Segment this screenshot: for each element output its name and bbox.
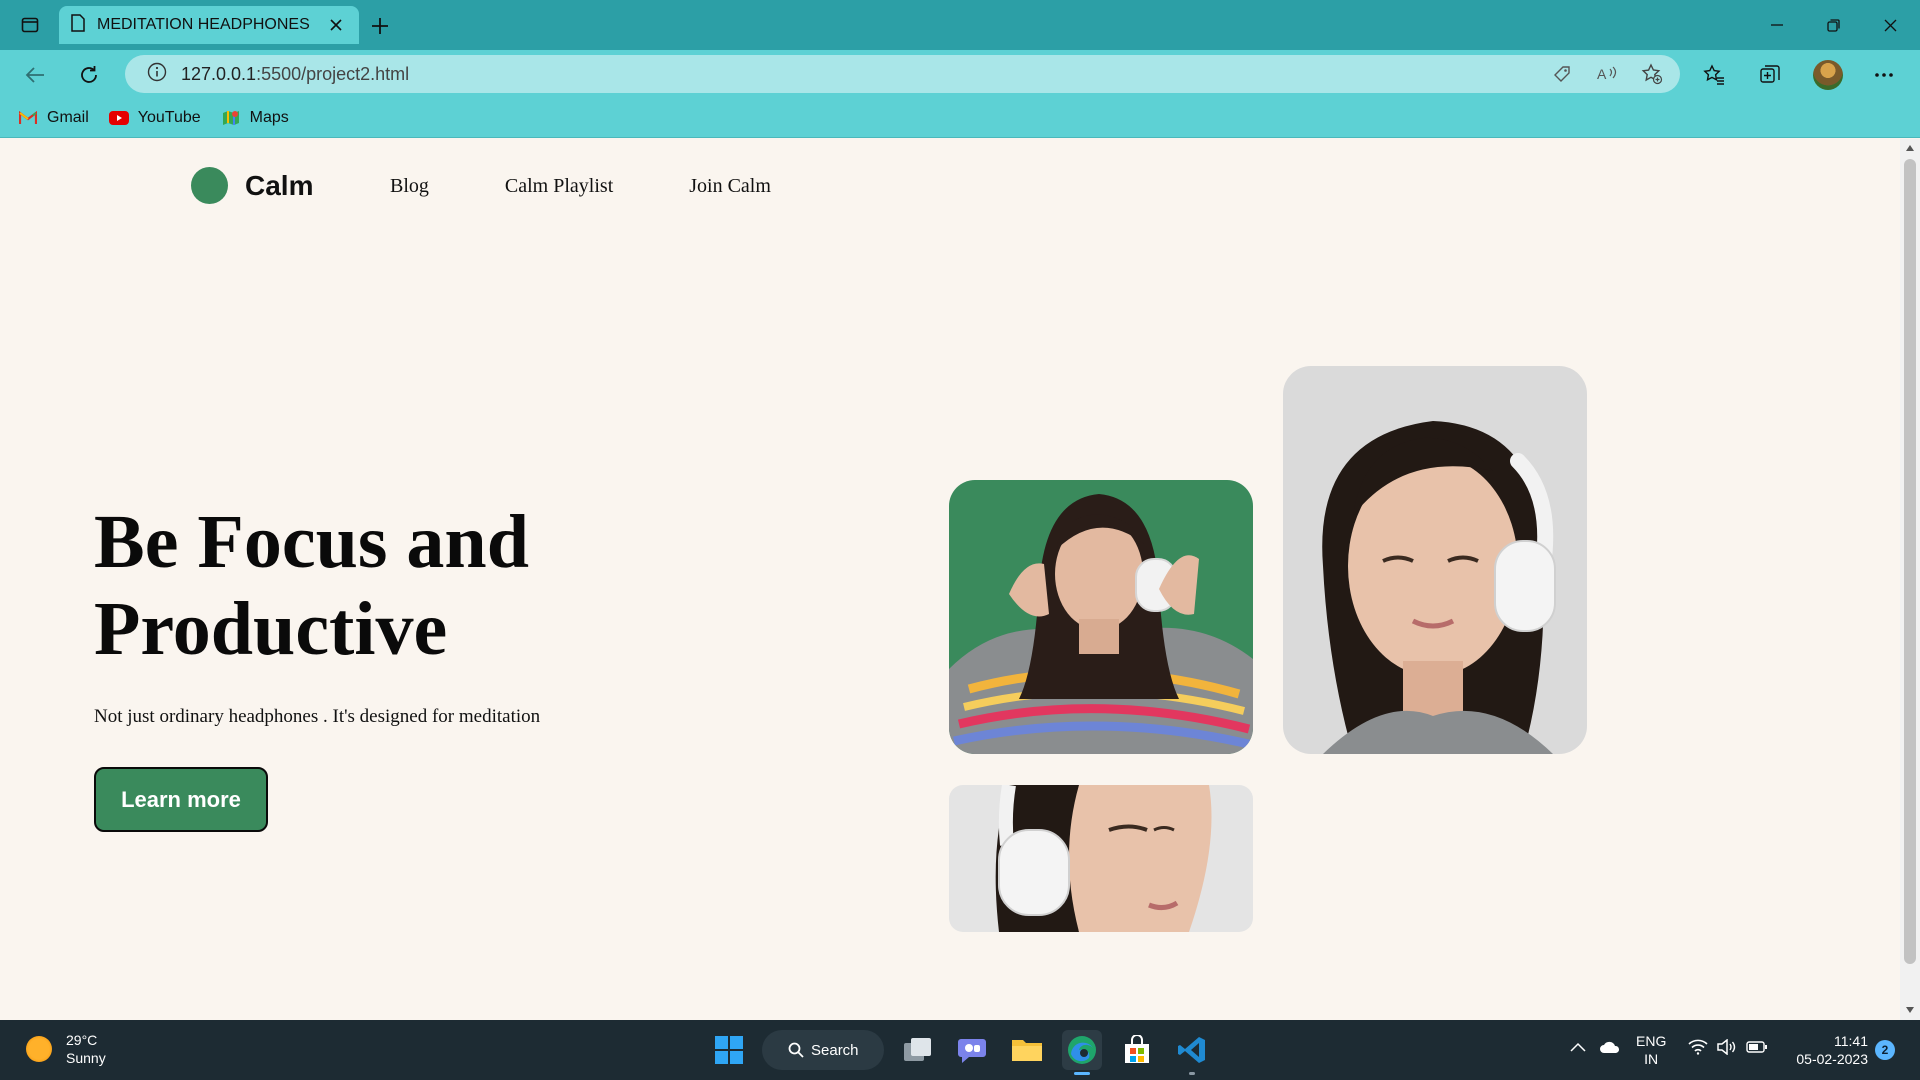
bookmarks-bar: Gmail YouTube Maps [0, 98, 1920, 138]
hero-subtitle: Not just ordinary headphones . It's desi… [94, 706, 541, 727]
language-code: ENG [1636, 1033, 1667, 1049]
file-explorer-icon[interactable] [1007, 1030, 1047, 1070]
active-app-indicator [1074, 1072, 1090, 1075]
gmail-icon [18, 110, 38, 126]
web-page: Calm Blog Calm Playlist Join Calm Be Foc… [0, 139, 1900, 1020]
weather-text: 29°C Sunny [66, 1031, 106, 1067]
volume-icon[interactable] [1716, 1039, 1736, 1055]
tab-title: MEDITATION HEADPHONES | H [97, 16, 312, 33]
learn-more-button[interactable]: Learn more [94, 767, 268, 832]
favorites-icon[interactable] [1698, 59, 1730, 91]
windows-taskbar: 29°C Sunny Search ENG IN 11:41 05-02-202… [0, 1020, 1920, 1080]
url-path: :5500/project2.html [256, 63, 410, 84]
logo-circle-icon [191, 167, 228, 204]
url-host: 127.0.0.1 [181, 63, 257, 84]
hero-title: Be Focus and Productive [94, 499, 694, 673]
hero-title-line-2: Productive [94, 587, 448, 671]
wifi-icon[interactable] [1688, 1039, 1708, 1055]
address-bar[interactable]: 127.0.0.1:5500/project2.html A [125, 55, 1680, 93]
more-menu-icon[interactable] [1868, 59, 1900, 91]
scroll-down-icon[interactable] [1905, 1005, 1915, 1015]
add-favorite-icon[interactable] [1641, 63, 1663, 85]
headphones-photo-portrait [1283, 366, 1587, 754]
clock-date: 05-02-2023 [1796, 1051, 1868, 1067]
bookmark-label: YouTube [137, 108, 201, 126]
nav-link-join-calm[interactable]: Join Calm [689, 175, 771, 198]
headphones-photo-profile [949, 785, 1253, 932]
sun-icon [26, 1036, 52, 1062]
browser-toolbar: 127.0.0.1:5500/project2.html A [0, 50, 1920, 98]
weather-widget[interactable]: 29°C Sunny [26, 1031, 106, 1067]
clock-time: 11:41 [1834, 1033, 1868, 1049]
scroll-up-icon[interactable] [1905, 143, 1915, 153]
show-hidden-icons[interactable] [1570, 1042, 1586, 1052]
edge-browser-icon[interactable] [1062, 1030, 1102, 1075]
site-navigation: Blog Calm Playlist Join Calm [390, 175, 771, 198]
tab-actions-icon[interactable] [18, 13, 42, 37]
bookmark-label: Gmail [47, 108, 89, 126]
taskbar-search[interactable]: Search [762, 1030, 884, 1070]
site-info-icon[interactable] [147, 62, 167, 87]
bookmark-maps[interactable]: Maps [221, 109, 289, 127]
notification-badge[interactable]: 2 [1875, 1040, 1895, 1060]
battery-icon[interactable] [1746, 1041, 1768, 1053]
restore-icon[interactable] [1815, 10, 1851, 40]
hero-title-line-1: Be Focus and [94, 500, 529, 584]
maps-icon [221, 110, 241, 126]
weather-condition: Sunny [66, 1050, 106, 1066]
profile-avatar[interactable] [1813, 60, 1843, 90]
page-scrollbar[interactable] [1900, 139, 1920, 1020]
running-app-indicator [1189, 1072, 1195, 1075]
browser-tab-bar: MEDITATION HEADPHONES | H [0, 0, 1920, 50]
svg-text:A: A [1597, 66, 1607, 82]
language-indicator[interactable]: ENG IN [1636, 1032, 1666, 1068]
search-icon [788, 1042, 804, 1058]
bookmark-gmail[interactable]: Gmail [18, 109, 89, 127]
tag-icon[interactable] [1551, 63, 1573, 85]
close-tab-icon[interactable] [325, 14, 347, 36]
teams-chat-icon[interactable] [952, 1030, 992, 1070]
microsoft-store-icon[interactable] [1117, 1030, 1157, 1070]
scroll-thumb[interactable] [1904, 159, 1916, 964]
active-tab[interactable]: MEDITATION HEADPHONES | H [59, 6, 359, 44]
vscode-icon[interactable] [1172, 1030, 1212, 1075]
start-icon[interactable] [709, 1030, 749, 1070]
minimize-icon[interactable] [1759, 10, 1795, 40]
site-logo[interactable]: Calm [191, 167, 313, 204]
headphones-photo-green [949, 439, 1253, 754]
refresh-icon[interactable] [73, 59, 105, 91]
region-code: IN [1644, 1051, 1659, 1067]
nav-link-blog[interactable]: Blog [390, 175, 429, 198]
temperature: 29°C [66, 1032, 98, 1048]
task-view-icon[interactable] [898, 1030, 938, 1070]
search-label: Search [811, 1041, 859, 1059]
close-window-icon[interactable] [1872, 10, 1908, 40]
youtube-icon [108, 110, 129, 126]
page-icon [71, 13, 85, 37]
collections-icon[interactable] [1754, 59, 1786, 91]
bookmark-label: Maps [249, 108, 289, 126]
back-icon[interactable] [19, 59, 51, 91]
logo-text: Calm [245, 169, 314, 201]
read-aloud-icon[interactable]: A [1596, 63, 1618, 85]
nav-link-calm-playlist[interactable]: Calm Playlist [505, 175, 613, 198]
new-tab-icon[interactable] [366, 12, 394, 40]
url-text: 127.0.0.1:5500/project2.html [181, 64, 409, 85]
onedrive-icon[interactable] [1599, 1040, 1621, 1054]
bookmark-youtube[interactable]: YouTube [108, 108, 201, 127]
system-clock[interactable]: 11:41 05-02-2023 [1788, 1032, 1868, 1068]
